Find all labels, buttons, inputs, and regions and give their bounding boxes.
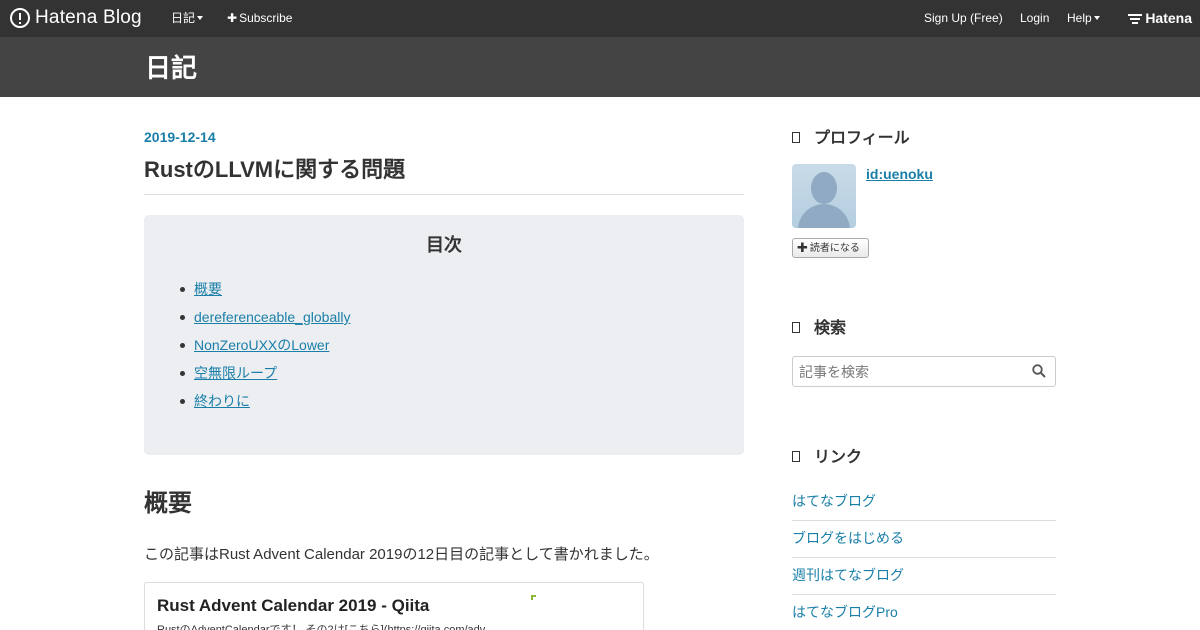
caret-down-icon <box>197 16 204 20</box>
entry-paragraph: この記事はRust Advent Calendar 2019の12日目の記事とし… <box>144 546 659 563</box>
embed-title[interactable]: Rust Advent Calendar 2019 - Qiita <box>157 596 429 616</box>
section-heading: 概要 <box>144 490 192 517</box>
subscribe-reader-label: 読者になる <box>809 243 860 254</box>
avatar[interactable] <box>792 164 856 228</box>
toc-link[interactable]: 概要 <box>194 281 222 297</box>
search-box <box>792 356 1056 387</box>
title-divider <box>144 194 744 195</box>
toc-link[interactable]: 終わりに <box>194 393 250 409</box>
search-input[interactable] <box>799 364 1019 380</box>
avatar-head <box>811 172 837 204</box>
table-of-contents: 目次 概要 dereferenceable_globally NonZeroUX… <box>144 215 744 455</box>
toc-link[interactable]: 空無限ループ <box>194 365 277 381</box>
links-module-title: リンク <box>792 448 862 468</box>
embed-description: RustのAdventCalendarです！ その2は[こちら](https:/… <box>157 624 486 630</box>
toc-link[interactable]: NonZeroUXXのLower <box>194 337 329 353</box>
list-item: はてなブログPro <box>792 595 1056 630</box>
toc-item: NonZeroUXXのLower <box>179 335 350 363</box>
list-item: 週刊はてなブログ <box>792 558 1056 595</box>
toc-item: 空無限ループ <box>179 363 350 391</box>
global-header: Hatena Blog 日記 ✚ Subscribe Sign Up (Free)… <box>0 0 1200 37</box>
toc-item: dereferenceable_globally <box>179 307 350 335</box>
toc-link[interactable]: dereferenceable_globally <box>194 309 350 325</box>
hatena-brand-label: Hatena <box>1145 10 1192 26</box>
avatar-body <box>798 204 850 228</box>
blog-menu-label: 日記 <box>171 11 196 25</box>
sidebar-link[interactable]: ブログをはじめる <box>792 530 904 546</box>
profile-module-title: プロフィール <box>792 129 910 149</box>
list-item: ブログをはじめる <box>792 521 1056 558</box>
toc-list: 概要 dereferenceable_globally NonZeroUXXのL… <box>179 279 350 419</box>
embed-card[interactable]: Rust Advent Calendar 2019 - Qiita RustのA… <box>144 582 644 630</box>
sidebar-link[interactable]: はてなブログ <box>792 493 876 509</box>
links-title-label: リンク <box>814 449 863 466</box>
blog-menu-dropdown[interactable]: 日記 <box>171 11 204 25</box>
list-item: はてなブログ <box>792 484 1056 521</box>
sidebar-link[interactable]: 週刊はてなブログ <box>792 567 904 583</box>
module-icon <box>792 322 800 333</box>
hatena-logo-icon <box>10 8 30 28</box>
logo-text: Hatena Blog <box>35 7 142 28</box>
entry-date[interactable]: 2019-12-14 <box>144 129 216 145</box>
toc-item: 終わりに <box>179 391 350 419</box>
toc-title: 目次 <box>426 235 462 255</box>
module-icon <box>792 132 800 143</box>
links-list: はてなブログ ブログをはじめる 週刊はてなブログ はてなブログPro <box>792 484 1056 630</box>
hatena-brand-link[interactable]: Hatena <box>1128 10 1192 26</box>
blog-title[interactable]: 日記 <box>145 53 197 83</box>
plus-icon: ✚ <box>797 240 808 255</box>
subscribe-link[interactable]: ✚ Subscribe <box>227 11 292 25</box>
search-title-label: 検索 <box>814 320 847 337</box>
entry-title[interactable]: RustのLLVMに関する問題 <box>144 156 744 184</box>
search-icon[interactable] <box>1032 364 1046 378</box>
search-module-title: 検索 <box>792 319 846 339</box>
help-label: Help <box>1067 11 1092 25</box>
module-icon <box>792 451 800 462</box>
plus-icon: ✚ <box>227 11 238 25</box>
login-link[interactable]: Login <box>1020 11 1049 25</box>
subscribe-label: Subscribe <box>239 11 293 25</box>
embed-thumbnail-icon <box>531 595 536 600</box>
profile-id-link[interactable]: id:uenoku <box>866 166 933 182</box>
hatena-brand-icon <box>1128 13 1143 24</box>
sidebar-link[interactable]: はてなブログPro <box>792 604 898 620</box>
caret-down-icon <box>1093 16 1100 20</box>
profile-title-label: プロフィール <box>814 130 910 147</box>
blog-header: 日記 <box>0 37 1200 97</box>
signup-link[interactable]: Sign Up (Free) <box>924 11 1003 25</box>
help-dropdown[interactable]: Help <box>1067 11 1100 25</box>
hatena-blog-logo[interactable]: Hatena Blog <box>10 7 142 29</box>
subscribe-reader-button[interactable]: ✚ 読者になる <box>792 238 869 258</box>
toc-item: 概要 <box>179 279 350 307</box>
